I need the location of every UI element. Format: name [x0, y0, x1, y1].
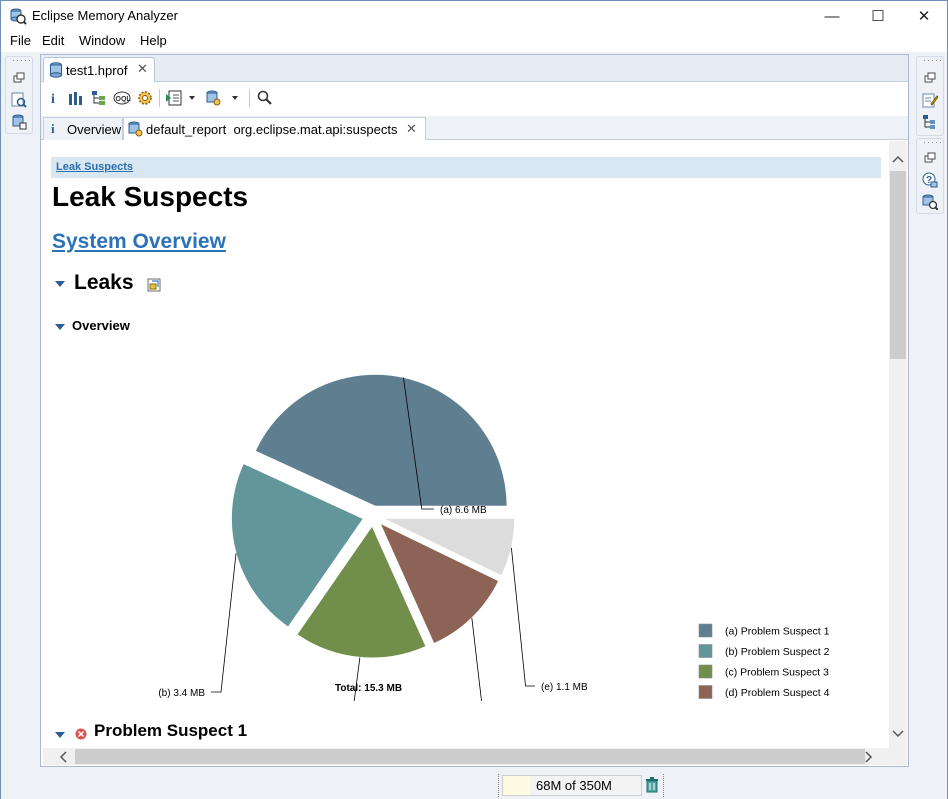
- menu-window[interactable]: Window: [79, 33, 125, 48]
- menu-file[interactable]: File: [10, 33, 31, 48]
- editor-toolbar: i OQL: [41, 83, 908, 113]
- pie-slice-label: (e) 1.1 MB: [541, 682, 588, 693]
- editor-tab-test1-hprof[interactable]: test1.hprof ✕: [43, 57, 155, 82]
- pie-total-label: Total: 15.3 MB: [335, 683, 402, 694]
- tab-label: default_report org.eclipse.mat.api:suspe…: [146, 122, 398, 137]
- legend-label: (d) Problem Suspect 4: [725, 687, 830, 699]
- histogram-icon[interactable]: [66, 88, 86, 108]
- pie-leader-line: [510, 547, 535, 687]
- info-icon[interactable]: i: [45, 88, 65, 108]
- title-bar: Eclipse Memory Analyzer — ☐ ✕: [1, 1, 947, 31]
- notes-icon[interactable]: [921, 91, 939, 109]
- scroll-left-icon[interactable]: [59, 751, 67, 766]
- pie-slice-label: (a) 6.6 MB: [440, 505, 487, 516]
- collapse-problem-suspect-icon[interactable]: [55, 732, 65, 738]
- legend-swatch: [698, 623, 713, 638]
- svg-text:OQL: OQL: [116, 96, 132, 103]
- memory-analyzer-icon: [9, 7, 27, 28]
- collapse-leaks-icon[interactable]: [55, 281, 65, 287]
- menu-bar: File Edit Window Help: [1, 31, 947, 52]
- trim-grip[interactable]: ·····: [12, 55, 32, 65]
- trim-grip[interactable]: ·····: [923, 55, 943, 65]
- minimize-button[interactable]: —: [809, 1, 855, 31]
- left-trim-stack: ·····: [5, 55, 33, 134]
- pie-slice-label: (b) 3.4 MB: [158, 688, 205, 699]
- scroll-down-icon[interactable]: [892, 726, 904, 741]
- editor-tab-label: test1.hprof: [66, 63, 128, 78]
- legend-label: (a) Problem Suspect 1: [725, 626, 830, 638]
- vertical-scroll-thumb[interactable]: [890, 171, 906, 359]
- close-button[interactable]: ✕: [901, 1, 947, 31]
- restore-icon[interactable]: [10, 69, 28, 87]
- toolbar-separator: [159, 89, 160, 107]
- app-window: Eclipse Memory Analyzer — ☐ ✕ File Edit …: [0, 0, 948, 799]
- problem-suspect-heading: Problem Suspect 1: [94, 721, 248, 740]
- heap-usage-text: 68M of 350M: [536, 778, 612, 793]
- overview-heading: Overview: [72, 318, 130, 333]
- thread-overview-icon[interactable]: [135, 88, 155, 108]
- toolbar-separator: [249, 89, 250, 107]
- dominator-tree-icon[interactable]: [89, 88, 109, 108]
- query-browser-dropdown[interactable]: [205, 88, 241, 108]
- maximize-button[interactable]: ☐: [855, 1, 901, 31]
- horizontal-scroll-thumb[interactable]: [75, 749, 865, 764]
- heap-search-icon[interactable]: [921, 193, 939, 211]
- restore-icon[interactable]: [921, 69, 939, 87]
- trim-grip[interactable]: ·····: [923, 137, 943, 147]
- heap-usage-bar[interactable]: 68M of 350M: [502, 775, 642, 796]
- legend-swatch: [698, 685, 713, 699]
- scroll-up-icon[interactable]: [892, 151, 904, 166]
- heap-usage-fill: [503, 776, 530, 795]
- tab-leak-suspects-report[interactable]: default_report org.eclipse.mat.api:suspe…: [123, 117, 426, 140]
- tab-label: Overview: [67, 122, 122, 137]
- vertical-scrollbar[interactable]: [889, 141, 907, 748]
- error-icon: [75, 728, 87, 743]
- leak-suspects-pie-chart: (a) 6.6 MB (a) Problem Suspect 1 (b) 3.4 M…: [158, 373, 830, 701]
- scroll-right-icon[interactable]: [865, 751, 873, 766]
- run-report-dropdown[interactable]: [165, 88, 197, 108]
- svg-text:i: i: [51, 92, 55, 106]
- pie-leader-line: [353, 657, 361, 701]
- horizontal-scrollbar[interactable]: [43, 748, 907, 765]
- close-tab-icon[interactable]: ✕: [137, 61, 148, 77]
- oql-icon[interactable]: OQL: [112, 88, 132, 108]
- right-trim-stack-bottom: ····· ?: [916, 137, 944, 214]
- search-icon[interactable]: [255, 88, 275, 108]
- compare-basket-icon[interactable]: ?: [921, 171, 939, 189]
- tab-overview[interactable]: i Overview: [43, 117, 123, 140]
- legend-label: (c) Problem Suspect 3: [725, 667, 829, 679]
- breadcrumb: Leak Suspects: [51, 157, 881, 178]
- report-icon: [127, 121, 143, 140]
- close-tab-icon[interactable]: ✕: [406, 121, 417, 137]
- legend-label: (b) Problem Suspect 2: [725, 646, 830, 658]
- leaks-heading: Leaks: [74, 271, 134, 294]
- report-content: Leak Suspects Leak Suspects System Overv…: [43, 141, 891, 748]
- system-overview-link[interactable]: System Overview: [52, 230, 226, 254]
- menu-edit[interactable]: Edit: [42, 33, 64, 48]
- breadcrumb-leak-suspects-link[interactable]: Leak Suspects: [56, 161, 133, 173]
- menu-help[interactable]: Help: [140, 33, 167, 48]
- pie-leader-line: [211, 553, 237, 693]
- details-icon[interactable]: [147, 278, 161, 295]
- window-title: Eclipse Memory Analyzer: [32, 8, 178, 23]
- page-title: Leak Suspects: [52, 181, 249, 212]
- restore-icon[interactable]: [921, 149, 939, 167]
- navigation-history-icon[interactable]: [921, 113, 939, 131]
- legend-swatch: [698, 644, 713, 658]
- right-trim-stack-top: ·····: [916, 55, 944, 136]
- legend-swatch: [698, 664, 713, 679]
- editor-area: test1.hprof ✕ i OQL i Overview default_r…: [40, 54, 909, 767]
- editor-tab-strip: test1.hprof ✕: [41, 55, 908, 82]
- collapse-overview-icon[interactable]: [55, 324, 65, 330]
- heap-dump-icon: [49, 62, 63, 81]
- report-tab-strip: i Overview default_report org.eclipse.ma…: [41, 116, 908, 140]
- heap-dump-details-icon[interactable]: [10, 113, 28, 131]
- info-icon: i: [51, 121, 55, 136]
- heap-status: 68M of 350M: [498, 774, 664, 797]
- inspector-icon[interactable]: [10, 91, 28, 109]
- pie-leader-line: [471, 617, 482, 701]
- trash-icon[interactable]: [645, 777, 659, 796]
